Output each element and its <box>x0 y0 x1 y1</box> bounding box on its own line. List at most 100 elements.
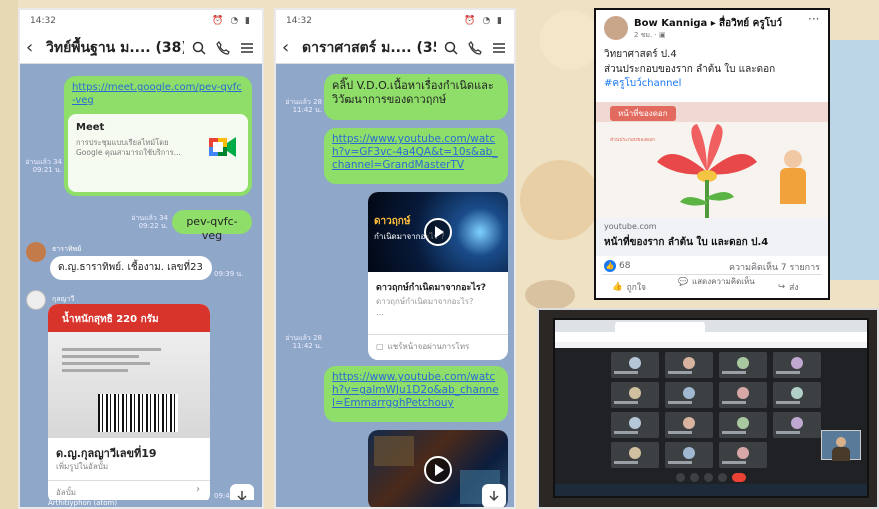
participant-name <box>722 461 746 464</box>
participant-avatar <box>683 447 695 459</box>
participant-avatar <box>629 357 641 369</box>
card-title: ดาวฤกษ์กำเนิดมาจากอะไร? <box>376 283 486 293</box>
camera-button[interactable] <box>690 472 699 482</box>
link-preview-image[interactable]: หน้าที่ของดอก ส่วนประกอบของดอก <box>596 102 828 218</box>
album-card[interactable]: น้ำหนักสุทธิ 220 กรัม ด.ญ.กุลญาวีเลขที่1… <box>48 304 210 504</box>
code-message-bubble[interactable]: pev-qvfc-veg <box>172 210 252 242</box>
like-button[interactable]: 👍 ถูกใจ <box>612 280 646 294</box>
participant-tile[interactable] <box>773 412 821 438</box>
participant-avatar <box>791 357 803 369</box>
status-icons: ⏰ ◔ ▮ <box>212 16 252 26</box>
play-icon[interactable] <box>424 456 452 484</box>
scroll-down-button[interactable] <box>482 484 506 507</box>
participant-name <box>776 371 800 374</box>
share-icon: ↪ <box>778 282 786 292</box>
phone-icon[interactable] <box>466 39 484 57</box>
participant-tile[interactable] <box>719 442 767 468</box>
youtube-link[interactable]: https://www.youtube.com/watch?v=galmWJu1… <box>332 371 499 409</box>
search-icon[interactable] <box>190 39 208 57</box>
participant-tile[interactable] <box>665 352 713 378</box>
search-icon[interactable] <box>442 39 460 57</box>
participant-tile[interactable] <box>611 382 659 408</box>
globe-icon: ▣ <box>658 31 666 39</box>
read-receipt: อ่านแล้ว 28 11:42 น. <box>285 98 322 115</box>
page-name[interactable]: สื่อวิทย์ ครูโบว์ <box>719 18 782 29</box>
mic-button[interactable] <box>676 472 685 482</box>
incoming-message-bubble[interactable]: ด.ญ.ธาราทิพย์. เชื้องาม. เลขที่23 <box>50 256 212 280</box>
share-button[interactable]: ↪ ส่ง <box>778 280 798 294</box>
browser-tab[interactable] <box>615 322 705 332</box>
youtube-link-bubble[interactable]: https://www.youtube.com/watch?v=galmWJu1… <box>324 366 508 422</box>
video-preview-card[interactable]: ดาวฤกษ์ กำเนิดมาจากอะไร ? ดาวฤกษ์กำเนิดม… <box>368 192 508 360</box>
more-options-button[interactable] <box>718 472 727 482</box>
youtube-link[interactable]: https://www.youtube.com/watch?v=GF3vc-4a… <box>332 133 498 171</box>
card-more: ... <box>376 308 384 317</box>
more-icon[interactable]: ··· <box>808 12 819 26</box>
laptop-screen <box>553 318 869 498</box>
code-message-text: pev-qvfc-veg <box>186 215 238 242</box>
play-icon[interactable] <box>424 218 452 246</box>
participant-name <box>668 371 692 374</box>
post-header: Bow Kanniga ▸ สื่อวิทย์ ครูโบว์ <box>634 18 783 29</box>
youtube-link-bubble[interactable]: https://www.youtube.com/watch?v=GF3vc-4a… <box>324 128 508 184</box>
product-photo[interactable]: น้ำหนักสุทธิ 220 กรัม <box>48 304 210 438</box>
chevron-right-icon[interactable]: › <box>196 484 200 495</box>
participant-tile[interactable] <box>611 412 659 438</box>
bg-blob <box>825 40 879 280</box>
participant-tile[interactable] <box>719 352 767 378</box>
link-info[interactable]: youtube.com หน้าที่ของราก ลำต้น ใบ และดอ… <box>596 218 828 256</box>
album-button[interactable]: อัลบั้ม <box>56 486 76 499</box>
participant-tile[interactable] <box>719 412 767 438</box>
author-name[interactable]: Bow Kanniga <box>634 18 707 29</box>
back-icon[interactable]: ‹ <box>26 37 40 58</box>
hashtag-link[interactable]: #ครูโบว์channel <box>604 77 775 92</box>
participant-tile[interactable] <box>665 382 713 408</box>
participant-tile[interactable] <box>719 382 767 408</box>
menu-icon[interactable] <box>490 39 508 57</box>
like-reaction-icon: 👍 <box>604 260 616 272</box>
phone-icon[interactable] <box>214 39 232 57</box>
participant-name <box>614 461 638 464</box>
bg-blob <box>540 10 600 70</box>
message-text: คลิ๊ป V.D.O.เนื้อหาเรื่องกำเนิดและวิวัฒน… <box>332 79 494 106</box>
share-screen-row[interactable]: ▢ แชร์หน้าจอผ่านการโทร <box>376 340 469 353</box>
comment-count[interactable]: ความคิดเห็น 7 รายการ <box>729 260 820 274</box>
flower-illustration <box>657 124 757 218</box>
menu-icon[interactable] <box>238 39 256 57</box>
end-call-button[interactable] <box>732 472 746 482</box>
link-domain: youtube.com <box>604 222 657 231</box>
participant-tile[interactable] <box>665 412 713 438</box>
comment-button[interactable]: 💬 แสดงความคิดเห็น <box>678 277 758 287</box>
reaction-count[interactable]: 👍 68 <box>604 260 630 272</box>
meet-link[interactable]: https://meet.google.com/pev-qvfc-veg <box>72 82 244 107</box>
participant-avatar <box>629 387 641 399</box>
participant-name <box>668 431 692 434</box>
facebook-post: Bow Kanniga ▸ สื่อวิทย์ ครูโบว์ 2 ชม. · … <box>594 8 830 300</box>
meet-link-bubble[interactable]: https://meet.google.com/pev-qvfc-veg Mee… <box>64 76 252 196</box>
taskbar <box>555 484 867 496</box>
avatar[interactable] <box>604 16 628 40</box>
chat-header: ‹ วิทย์พื้นฐาน ม.... (38) <box>20 32 262 64</box>
participant-tile[interactable] <box>611 352 659 378</box>
participant-tile[interactable] <box>665 442 713 468</box>
nutrition-text <box>62 344 172 384</box>
message-bubble[interactable]: คลิ๊ป V.D.O.เนื้อหาเรื่องกำเนิดและวิวัฒน… <box>324 74 508 120</box>
present-button[interactable] <box>704 472 713 482</box>
video-thumbnail[interactable]: ดาวฤกษ์ กำเนิดมาจากอะไร ? <box>368 192 508 272</box>
participant-name <box>722 371 746 374</box>
participant-tile[interactable] <box>611 442 659 468</box>
meet-preview[interactable]: Meet การประชุมแบบเรียลไทม์โดย Google คุณ… <box>68 114 248 192</box>
back-icon[interactable]: ‹ <box>282 37 296 58</box>
address-bar[interactable] <box>555 332 867 342</box>
avatar[interactable] <box>26 242 46 262</box>
self-view-tile[interactable] <box>821 430 861 461</box>
post-text: วิทยาศาสตร์ ป.4 ส่วนประกอบของราก ลำต้น ใ… <box>604 48 775 92</box>
participant-avatar <box>791 417 803 429</box>
image-tag: หน้าที่ของดอก <box>610 106 676 121</box>
card-desc: ดาวฤกษ์กำเนิดมาจากอะไร? <box>376 297 474 306</box>
participant-tile[interactable] <box>773 352 821 378</box>
thumbs-up-icon: 👍 <box>612 282 623 292</box>
line-chat-science: 14:32 ⏰ ◔ ▮ ‹ วิทย์พื้นฐาน ม.... (38) ht… <box>18 8 264 509</box>
avatar[interactable] <box>26 290 46 310</box>
participant-tile[interactable] <box>773 382 821 408</box>
